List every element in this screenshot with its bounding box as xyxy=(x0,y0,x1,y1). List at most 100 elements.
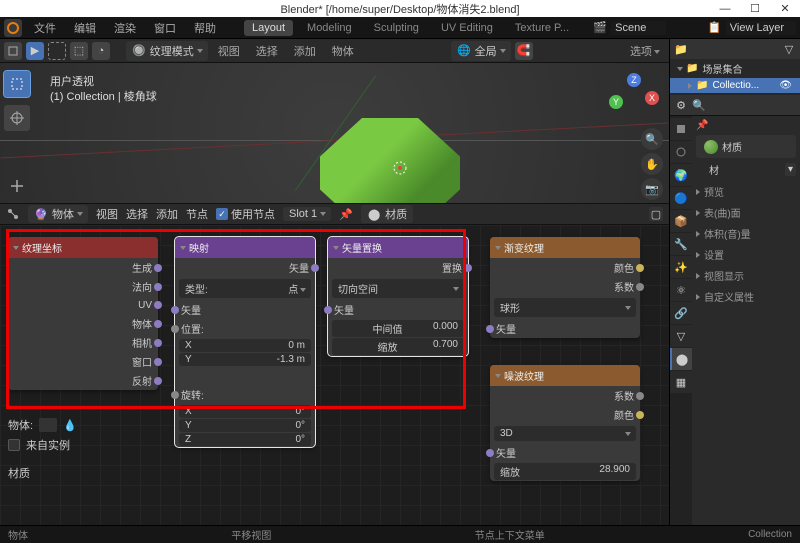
zoom-icon[interactable]: 🔍 xyxy=(641,128,663,150)
prop-tab-constraint[interactable]: 🔗 xyxy=(670,302,692,324)
pin-icon[interactable]: 📌 xyxy=(339,207,353,221)
section-surface[interactable]: 表(曲)面 xyxy=(696,202,796,223)
tab-uvediting[interactable]: UV Editing xyxy=(433,20,501,36)
prop-tab-modifier[interactable]: 🔧 xyxy=(670,233,692,255)
tool-select-box[interactable] xyxy=(4,71,30,97)
menu-view[interactable]: 视图 xyxy=(212,41,246,61)
socket-object[interactable] xyxy=(154,320,162,328)
select-box-icon[interactable] xyxy=(48,42,66,60)
node-header-mapping[interactable]: 映射 xyxy=(175,237,315,258)
pin-icon[interactable]: 📌 xyxy=(696,120,708,131)
menu-edit[interactable]: 编辑 xyxy=(68,18,102,38)
new-icon[interactable]: ▾ xyxy=(785,163,796,176)
from-instancer-checkbox[interactable] xyxy=(8,439,20,451)
node-menu-node[interactable]: 节点 xyxy=(186,206,208,222)
socket-generated[interactable] xyxy=(154,264,162,272)
mapping-type-dropdown[interactable]: 类型:点 xyxy=(179,279,311,298)
displacement-midlevel[interactable]: 中间值0.000 xyxy=(332,320,464,337)
section-settings[interactable]: 设置 xyxy=(696,244,796,265)
material-dropdown[interactable]: ⬤ 材质 xyxy=(361,205,413,223)
select-cursor-icon[interactable]: ▶ xyxy=(26,42,44,60)
prop-tab-render[interactable] xyxy=(670,118,692,140)
node-type-dropdown[interactable]: 🔮 物体 xyxy=(28,205,88,223)
tab-layout[interactable]: Layout xyxy=(244,20,293,36)
scene-dropdown[interactable]: Scene xyxy=(611,21,666,35)
tab-modeling[interactable]: Modeling xyxy=(299,20,360,36)
node-mapping[interactable]: 映射 矢量 类型:点 矢量 位置: X0 m Y-1.3 m 旋转: X0° Y… xyxy=(175,237,315,447)
noise-scale[interactable]: 缩放28.900 xyxy=(494,463,636,480)
mode-dropdown[interactable]: 🔘 纹理模式 xyxy=(126,41,208,61)
backdrop-icon[interactable]: ▢ xyxy=(649,207,663,221)
prop-tab-physics[interactable]: ⚛ xyxy=(670,279,692,301)
socket-uv[interactable] xyxy=(154,301,162,309)
prop-tab-scene[interactable]: 🌍 xyxy=(670,164,692,186)
socket-vector-in[interactable] xyxy=(324,306,332,314)
node-vector-displacement[interactable]: 矢量置换 置换 切向空间 矢量 中间值0.000 缩放0.700 xyxy=(328,237,468,356)
minimize-icon[interactable]: — xyxy=(710,0,740,21)
slot-dropdown[interactable]: Slot 1 xyxy=(283,207,331,221)
displacement-scale[interactable]: 缩放0.700 xyxy=(332,338,464,355)
socket-color[interactable] xyxy=(636,411,644,419)
eyedropper-icon[interactable]: 💧 xyxy=(63,419,77,432)
object-field[interactable] xyxy=(39,418,57,432)
socket-location[interactable] xyxy=(171,325,179,333)
properties-icon[interactable]: ⚙ xyxy=(674,98,688,112)
node-menu-select[interactable]: 选择 xyxy=(126,206,148,222)
menu-window[interactable]: 窗口 xyxy=(148,18,182,38)
mapping-loc-x[interactable]: X0 m xyxy=(179,339,311,352)
node-editor-icon[interactable] xyxy=(6,207,20,221)
options-dropdown[interactable]: 选项 xyxy=(624,41,665,61)
tool-cursor[interactable] xyxy=(4,105,30,131)
socket-window[interactable] xyxy=(154,358,162,366)
camera-icon[interactable]: 📷 xyxy=(641,178,663,200)
scene-collection-row[interactable]: 📁 场景集合 xyxy=(670,59,800,78)
prop-tab-data[interactable]: ▽ xyxy=(670,325,692,347)
node-header-noise[interactable]: 噪波纹理 xyxy=(490,365,640,386)
prop-tab-texture[interactable]: ▦ xyxy=(670,371,692,393)
snap-icon[interactable]: 🧲 xyxy=(515,42,533,60)
outliner-icon[interactable]: 📁 xyxy=(674,42,688,56)
socket-color[interactable] xyxy=(636,264,644,272)
displacement-space-dropdown[interactable]: 切向空间 xyxy=(332,279,464,298)
prop-tab-output[interactable] xyxy=(670,141,692,163)
section-viewport-display[interactable]: 视图显示 xyxy=(696,265,796,286)
maximize-icon[interactable]: ☐ xyxy=(740,0,770,21)
prop-tab-world[interactable]: 🔵 xyxy=(670,187,692,209)
prop-tab-object[interactable]: 📦 xyxy=(670,210,692,232)
tab-texturepaint[interactable]: Texture P... xyxy=(507,20,577,36)
gradient-type-dropdown[interactable]: 球形 xyxy=(494,298,636,317)
menu-select[interactable]: 选择 xyxy=(250,41,284,61)
section-volume[interactable]: 体积(音)量 xyxy=(696,223,796,244)
select-lasso-icon[interactable]: ◔ xyxy=(92,42,110,60)
socket-vector[interactable] xyxy=(486,449,494,457)
menu-file[interactable]: 文件 xyxy=(28,18,62,38)
node-header-displacement[interactable]: 矢量置换 xyxy=(328,237,468,258)
visibility-icon[interactable]: 👁 xyxy=(779,80,792,91)
node-header-gradient[interactable]: 渐变纹理 xyxy=(490,237,640,258)
node-editor[interactable]: 纹理坐标 生成 法向 UV 物体 相机 窗口 反射 映 xyxy=(0,225,669,525)
socket-camera[interactable] xyxy=(154,339,162,347)
select-circle-icon[interactable]: ⬚ xyxy=(70,42,88,60)
collection-row[interactable]: 📁 Collectio... 👁 xyxy=(670,78,800,93)
mapping-loc-y[interactable]: Y-1.3 m xyxy=(179,353,311,366)
node-noise-texture[interactable]: 噪波纹理 系数 颜色 3D 矢量 缩放28.900 xyxy=(490,365,640,481)
node-header-texcoord[interactable]: 纹理坐标 xyxy=(8,237,158,258)
socket-displacement-out[interactable] xyxy=(464,264,472,272)
menu-object[interactable]: 物体 xyxy=(326,41,360,61)
mapping-rot-z[interactable]: Z0° xyxy=(179,433,311,446)
noise-dim-dropdown[interactable]: 3D xyxy=(494,426,636,441)
section-preview[interactable]: 预览 xyxy=(696,181,796,202)
use-nodes-checkbox[interactable]: ✓ 使用节点 xyxy=(216,206,275,222)
close-icon[interactable]: ✕ xyxy=(770,0,800,21)
mapping-rot-y[interactable]: Y0° xyxy=(179,419,311,432)
tool-move[interactable] xyxy=(4,173,30,199)
search-icon[interactable]: 🔍 xyxy=(692,98,706,112)
node-menu-add[interactable]: 添加 xyxy=(156,206,178,222)
mapping-rot-x[interactable]: X0° xyxy=(179,405,311,418)
socket-vector[interactable] xyxy=(486,325,494,333)
socket-rotation[interactable] xyxy=(171,391,179,399)
material-slot-button[interactable]: 材质 xyxy=(696,135,796,158)
socket-fac[interactable] xyxy=(636,283,644,291)
node-texture-coord[interactable]: 纹理坐标 生成 法向 UV 物体 相机 窗口 反射 xyxy=(8,237,158,390)
pan-icon[interactable]: ✋ xyxy=(641,153,663,175)
